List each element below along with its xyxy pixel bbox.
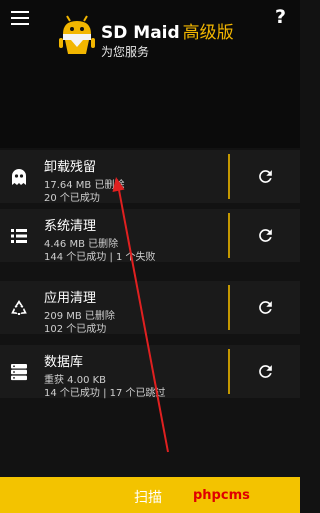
tool-row-corpsefinder[interactable]: 卸载残留 17.64 MB 已删除 20 个已成功 — [0, 150, 300, 204]
refresh-icon[interactable] — [256, 298, 275, 317]
database-icon — [11, 364, 27, 381]
row-divider — [228, 285, 230, 330]
row-divider — [228, 154, 230, 199]
tool-stat-results: 102 个已成功 — [44, 324, 107, 335]
row-divider — [228, 213, 230, 258]
sd-maid-robot-logo — [59, 15, 95, 54]
pro-edition-label: 高级版 — [182, 23, 234, 43]
tool-row-databases[interactable]: 数据库 重获 4.00 KB 14 个已成功 | 17 个已跳过 — [0, 345, 300, 399]
refresh-icon[interactable] — [256, 226, 275, 245]
refresh-icon[interactable] — [256, 362, 275, 381]
tool-name: 数据库 — [44, 355, 84, 370]
hamburger-menu-icon[interactable] — [11, 11, 29, 25]
recycle-icon — [11, 300, 27, 315]
help-icon[interactable]: ? — [275, 6, 286, 28]
app-subtitle: 为您服务 — [101, 45, 150, 59]
tool-name: 系统清理 — [44, 219, 97, 234]
tool-row-systemcleaner[interactable]: 系统清理 4.46 MB 已删除 144 个已成功 | 1 个失败 — [0, 209, 300, 263]
list-icon — [11, 229, 27, 243]
ghost-icon — [12, 169, 26, 185]
tool-stat-results: 14 个已成功 | 17 个已跳过 — [44, 388, 166, 399]
tool-stat-results: 144 个已成功 | 1 个失败 — [44, 252, 156, 263]
row-divider — [228, 349, 230, 394]
tool-name: 卸载残留 — [44, 160, 97, 175]
tool-stat-results: 20 个已成功 — [44, 193, 100, 204]
refresh-icon[interactable] — [256, 167, 275, 186]
tool-row-appcleaner[interactable]: 应用清理 209 MB 已删除 102 个已成功 — [0, 281, 300, 335]
scan-button[interactable]: 扫描 phpcms — [0, 477, 300, 513]
app-title: SD Maid 高级版 — [101, 23, 234, 43]
tool-name: 应用清理 — [44, 291, 97, 306]
scan-label: 扫描 — [134, 490, 162, 506]
watermark: phpcms — [193, 488, 250, 503]
app-header: SD Maid 高级版 为您服务 ? — [0, 0, 300, 148]
